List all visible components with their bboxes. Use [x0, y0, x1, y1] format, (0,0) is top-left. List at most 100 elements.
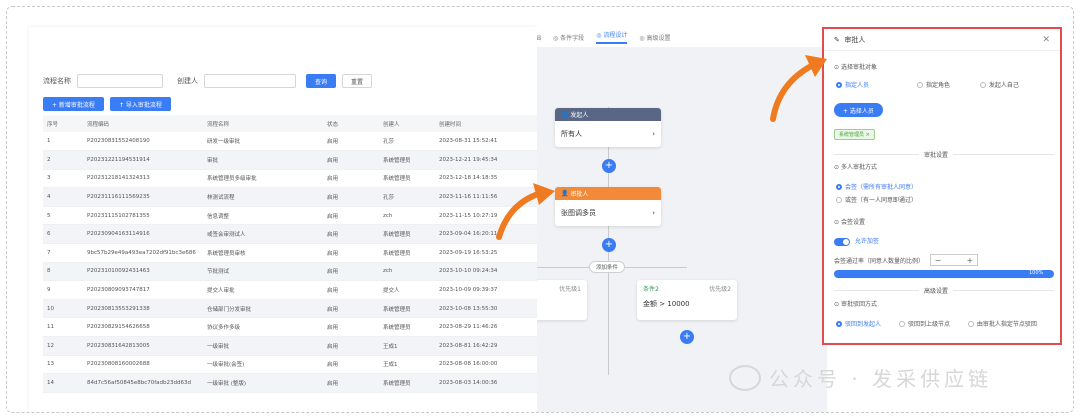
- radio-reject-initiator[interactable]: 驳回到发起人: [836, 319, 881, 328]
- table-cell: 林测试流程: [203, 187, 323, 207]
- multi-opt2[interactable]: 或签（有一人同意即通过）: [836, 195, 933, 205]
- radio-specified-role[interactable]: 指定角色: [916, 80, 950, 89]
- search-bar: 流程名称 创建人 查询 重置: [43, 73, 373, 89]
- table-cell: 2023-08-03 14:00:36: [435, 373, 537, 393]
- condition-card-2[interactable]: 条件2 优先级2 金额 > 10000: [637, 280, 737, 320]
- table-cell: P20231221194531914: [83, 150, 203, 170]
- radio-countersign[interactable]: 会签（需所有审批人同意）: [836, 182, 917, 191]
- col-name: 流程名称: [203, 115, 323, 132]
- selected-user-tag-text: 系统管理员: [839, 132, 865, 138]
- name-input[interactable]: [77, 74, 163, 88]
- start-node[interactable]: 👤 发起人 所有人 ›: [555, 108, 661, 147]
- table-cell: 1: [43, 132, 83, 152]
- stepper-plus-button[interactable]: +: [963, 256, 977, 265]
- cond2-priority: 优先级2: [709, 286, 731, 293]
- radio-or-sign[interactable]: 或签（有一人同意即通过）: [836, 195, 917, 204]
- radio-initiator-self[interactable]: 发起人自己: [979, 80, 1019, 89]
- radio-reject-upper[interactable]: 驳回到上级节点: [898, 319, 950, 328]
- add-node-button[interactable]: +: [602, 238, 616, 252]
- selected-user-tag[interactable]: 系统管理员 ×: [834, 129, 875, 140]
- add-node-button[interactable]: +: [680, 330, 694, 344]
- table-cell: P20231116111569235: [83, 187, 203, 207]
- table-row[interactable]: 1 P20230831552408190 研发一级审批 启用 孔莎 2023-08-31 …: [43, 132, 537, 152]
- tab-basic[interactable]: 础: [537, 33, 541, 42]
- table-cell: 2023-09-19 16:53:25: [435, 243, 537, 263]
- new-process-button[interactable]: + 新增审批流程: [43, 97, 104, 111]
- tab-flow-design[interactable]: ◎ 流程设计: [596, 30, 628, 44]
- reset-button[interactable]: 重置: [342, 74, 373, 88]
- table-cell: 启用: [323, 299, 379, 319]
- search-button[interactable]: 查询: [306, 74, 337, 88]
- edit-icon: ✎: [834, 35, 840, 44]
- radio-countersign-label: 会签（需所有审批人同意）: [845, 184, 918, 191]
- table-cell: 9: [43, 280, 83, 300]
- table-cell: 系统管理员: [379, 317, 435, 338]
- wechat-icon: [729, 364, 761, 391]
- table-cell: 王成1: [379, 336, 435, 356]
- creator-label: 创建人: [177, 77, 198, 85]
- col-status: 状态: [323, 115, 379, 132]
- watermark: 公众号 · 发采供应链: [729, 363, 992, 392]
- stepper-minus-button[interactable]: −: [931, 256, 945, 265]
- table-row[interactable]: 10 P20230813553291338 仓储部门分发审批 启用 系统管理员 2023-…: [43, 299, 537, 319]
- table-cell: 节批测试: [203, 262, 323, 282]
- cond2-head: 条件2 优先级2: [643, 284, 731, 293]
- table-cell: 启用: [323, 206, 379, 226]
- add-node-button[interactable]: +: [602, 159, 616, 173]
- process-list-panel: 流程名称 创建人 查询 重置 + 新增审批流程 ↑ 导入审批流程 序号 流程编码…: [29, 27, 537, 412]
- tab-advanced[interactable]: ◎ 高级设置: [639, 33, 670, 42]
- table-cell: 研发一级审批: [203, 132, 323, 152]
- pass-rate-progress[interactable]: [834, 270, 1054, 278]
- col-code: 流程编码: [83, 115, 203, 132]
- select-user-button[interactable]: + 选择人员: [834, 103, 883, 117]
- add-sign-toggle[interactable]: [834, 237, 850, 246]
- table-cell: 2023-12-21 19:45:34: [435, 150, 537, 170]
- drawer-title: 审批人: [844, 35, 866, 44]
- table-cell: 孔莎: [379, 132, 435, 152]
- table-row[interactable]: 6 P20230904163114916 或签会审测试人 启用 系统管理员 2023-09…: [43, 224, 537, 245]
- tab-condition-fields-label: 条件字段: [560, 34, 585, 42]
- multi-opt1[interactable]: 会签（需所有审批人同意）: [836, 182, 933, 192]
- table-row[interactable]: 12 P20230831642813005 一级审批 启用 王成1 2023-08-81 …: [43, 336, 537, 356]
- tab-condition-fields[interactable]: ◎ 条件字段: [553, 33, 584, 42]
- table-cell: 2023-08-08 16:00:00: [435, 355, 537, 375]
- approver-node[interactable]: 👤 审批人 张图调多员 ›: [555, 187, 661, 226]
- table-cell: 5: [43, 206, 83, 226]
- table-row[interactable]: 13 P20230808160002688 一级审批(会签) 启用 王成1 2023-08…: [43, 355, 537, 375]
- radio-reject-assigned[interactable]: 由审批人指定节点驳回: [967, 319, 1037, 328]
- table-cell: 13: [43, 355, 83, 375]
- table-cell: 系统管理员审核: [203, 243, 323, 263]
- table-row[interactable]: 11 P20230829154626658 协议多作多级 启用 系统管理员 2023-08…: [43, 317, 537, 338]
- choose-object-text: 选择审批对象: [840, 64, 877, 71]
- cond1-priority: 优先级1: [559, 286, 581, 293]
- table-cell: 2023-10-10 09:24:34: [435, 262, 537, 282]
- add-condition-pill[interactable]: 添加条件: [589, 261, 626, 273]
- pass-rate-stepper[interactable]: − +: [930, 254, 979, 266]
- pass-rate-row: 会签通过率（同意人数量的比例） − +: [834, 254, 979, 266]
- creator-input[interactable]: [204, 74, 296, 88]
- table-row[interactable]: 5 P20231115102781355 信息调整 启用 zch 2023-11-15 1…: [43, 206, 537, 226]
- reject-mode-text: 审批驳回方式: [840, 301, 877, 308]
- table-cell: 系统管理员: [379, 150, 435, 170]
- table-row[interactable]: 2 P20231221194531914 审批 启用 系统管理员 2023-12-21 1…: [43, 150, 537, 170]
- close-icon[interactable]: ✕: [1042, 35, 1050, 45]
- table-row[interactable]: 14 84d7c56af50845e8bc70fadb23dd63d 一级审批 (整…: [43, 373, 537, 393]
- table-row[interactable]: 3 P20231218141324313 系统管理员多级审批 启用 系统管理员 2023-…: [43, 169, 537, 189]
- choose-object-label: ⊙ 选择审批对象: [834, 64, 877, 71]
- table-cell: 10: [43, 299, 83, 319]
- table-row[interactable]: 7 9bc57b29e49a493ea7202df91bc3e686 系统管理员审核…: [43, 243, 537, 263]
- condition-card-1[interactable]: 优先级1: [537, 280, 587, 320]
- table-row[interactable]: 9 P20230809093747817 提交人审批 启用 提交人 2023-10-09 …: [43, 280, 537, 300]
- progress-label: 100%: [1029, 270, 1044, 276]
- designer-tabs: 础 ◎ 条件字段 ◎ 流程设计 ◎ 高级设置: [537, 27, 827, 47]
- table-cell: 启用: [323, 187, 379, 207]
- table-row[interactable]: 4 P20231116111569235 林测试流程 启用 孔莎 2023-11-16 1…: [43, 187, 537, 207]
- import-process-button[interactable]: ↑ 导入审批流程: [109, 97, 171, 111]
- radio-specified-user[interactable]: 指定人员: [836, 80, 869, 89]
- countersign-settings-text: 会签设置: [840, 219, 865, 226]
- table-row[interactable]: 8 P20231010092431463 节批测试 启用 zch 2023-10-10 0…: [43, 262, 537, 282]
- pass-rate-label: 会签通过率（同意人数量的比例）: [834, 257, 925, 265]
- table-header-row: 序号 流程编码 流程名称 状态 创建人 创建时间: [43, 115, 537, 132]
- table-cell: 系统管理员: [379, 299, 435, 319]
- screenshot-frame: 流程名称 创建人 查询 重置 + 新增审批流程 ↑ 导入审批流程 序号 流程编码…: [6, 6, 1074, 413]
